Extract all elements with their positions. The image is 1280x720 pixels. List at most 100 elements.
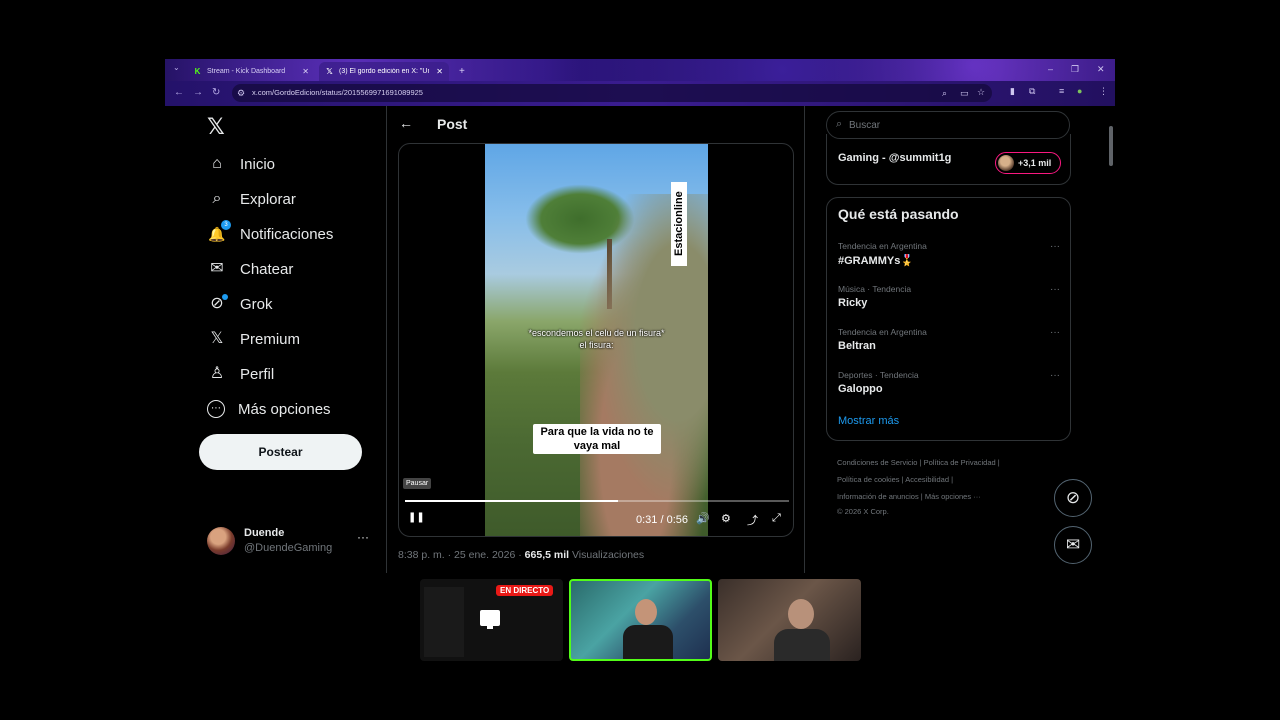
settings-gear-icon[interactable]: ⚙ bbox=[721, 512, 731, 525]
x-favicon-icon: 𝕏 bbox=[326, 67, 333, 76]
tab-x-post[interactable]: 𝕏 (3) El gordo edición en X: "Un pib ✕ bbox=[319, 62, 449, 81]
minimize-icon[interactable]: – bbox=[1048, 64, 1053, 74]
x-logo-icon[interactable]: 𝕏 bbox=[207, 114, 225, 140]
live-card[interactable]: Gaming - @summit1g +3,1 mil bbox=[826, 134, 1071, 185]
nav-item-perfil[interactable]: ♙ Perfil bbox=[207, 359, 274, 389]
grok-icon: ⊘ bbox=[207, 294, 228, 314]
search-input[interactable]: ⌕ Buscar bbox=[826, 111, 1070, 139]
video-progress-bar[interactable] bbox=[405, 500, 789, 502]
nav-item-mas-opciones[interactable]: ⋯ Más opciones bbox=[207, 394, 331, 424]
trend-item[interactable]: Tendencia en Argentina Beltran ··· bbox=[838, 327, 1060, 357]
close-tab-icon[interactable]: ✕ bbox=[436, 67, 443, 76]
view-count: 665,5 mil bbox=[524, 549, 570, 561]
close-tab-icon[interactable]: ✕ bbox=[302, 67, 309, 76]
views-label: Visualizaciones bbox=[569, 549, 645, 561]
monitor-icon bbox=[480, 610, 500, 629]
cast-icon[interactable]: ▭ bbox=[960, 88, 969, 99]
site-info-icon[interactable]: ⚙ bbox=[237, 88, 245, 99]
new-tab-button[interactable]: + bbox=[453, 62, 471, 81]
video-time: 0:31 / 0:56 bbox=[636, 514, 688, 526]
nav-item-grok[interactable]: ⊘ Grok bbox=[207, 289, 273, 319]
scrollbar[interactable] bbox=[1107, 106, 1115, 573]
nav-item-chatear[interactable]: ✉ Chatear bbox=[207, 254, 293, 284]
more-icon[interactable]: ··· bbox=[1050, 327, 1060, 338]
bookmark-star-icon[interactable]: ☆ bbox=[977, 87, 985, 98]
url-field[interactable]: ⚙ x.com/GordoEdicion/status/201556997169… bbox=[232, 84, 992, 102]
messages-fab-icon[interactable]: ✉ bbox=[1054, 526, 1092, 564]
back-arrow-icon[interactable]: ← bbox=[399, 115, 413, 131]
scrollbar-thumb[interactable] bbox=[1109, 126, 1113, 166]
copyright: © 2026 X Corp. bbox=[837, 507, 889, 516]
video-player[interactable]: Estacionline *escondemos el celu de un f… bbox=[398, 143, 794, 537]
more-icon[interactable]: ··· bbox=[1050, 370, 1060, 381]
person-shape bbox=[580, 194, 708, 536]
trend-name: #GRAMMYs🎖️ bbox=[838, 255, 915, 267]
thumbnail-camera-2[interactable] bbox=[718, 579, 861, 661]
trend-context: Tendencia en Argentina bbox=[838, 327, 927, 337]
kick-favicon-icon: K bbox=[194, 67, 201, 76]
post-timestamp: 8:38 p. m. · 25 ene. 2026 · bbox=[398, 549, 525, 561]
search-icon: ⌕ bbox=[212, 190, 222, 207]
back-nav-icon[interactable]: ← bbox=[174, 87, 184, 98]
nav-item-inicio[interactable]: ⌂ Inicio bbox=[207, 149, 275, 179]
nav-label: Chatear bbox=[240, 260, 294, 278]
trend-item[interactable]: Música · Tendencia Ricky ··· bbox=[838, 284, 1060, 314]
trend-item[interactable]: Deportes · Tendencia Galoppo ··· bbox=[838, 370, 1060, 400]
live-listeners-pill[interactable]: +3,1 mil bbox=[995, 152, 1061, 174]
account-more-icon[interactable]: ··· bbox=[357, 530, 369, 544]
tab-bar: ⌄ K Stream - Kick Dashboard ✕ 𝕏 (3) El g… bbox=[165, 59, 1115, 81]
tab-search-icon[interactable]: ⌄ bbox=[173, 63, 180, 72]
tab-label: Stream - Kick Dashboard bbox=[207, 68, 286, 75]
menu-icon[interactable]: ⋮ bbox=[1099, 86, 1108, 97]
footer-line[interactable]: Condiciones de Servicio | Política de Pr… bbox=[837, 454, 1067, 471]
stream-thumbnails: EN DIRECTO bbox=[420, 579, 861, 661]
forward-nav-icon[interactable]: → bbox=[193, 87, 203, 98]
live-badge: EN DIRECTO bbox=[496, 585, 554, 596]
thumbnail-screen[interactable]: EN DIRECTO bbox=[420, 579, 563, 661]
footer-line[interactable]: Política de cookies | Accesibilidad | bbox=[837, 471, 1067, 488]
footer-links[interactable]: Condiciones de Servicio | Política de Pr… bbox=[837, 454, 1067, 518]
account-handle: @DuendeGaming bbox=[244, 542, 333, 554]
close-window-icon[interactable]: ✕ bbox=[1097, 64, 1105, 75]
puzzle-icon[interactable]: ⧉ bbox=[1029, 86, 1035, 97]
footer-line[interactable]: Información de anuncios | Más opciones ·… bbox=[837, 488, 1067, 505]
volume-icon[interactable]: 🔊 bbox=[696, 512, 710, 525]
trend-context: Música · Tendencia bbox=[838, 284, 912, 294]
grok-fab-icon[interactable]: ⊘ bbox=[1054, 479, 1092, 517]
post-button[interactable]: Postear bbox=[199, 434, 362, 470]
notification-badge: 3 bbox=[221, 220, 231, 230]
fullscreen-icon[interactable]: ⤢ bbox=[772, 512, 781, 525]
profile-icon[interactable]: ● bbox=[1077, 86, 1082, 96]
video-frame[interactable]: Estacionline *escondemos el celu de un f… bbox=[485, 144, 708, 536]
search-placeholder: Buscar bbox=[849, 120, 881, 131]
listener-count: +3,1 mil bbox=[1018, 158, 1052, 168]
person-icon: ♙ bbox=[209, 365, 225, 382]
nav-label: Perfil bbox=[240, 365, 275, 383]
account-switcher[interactable]: Duende @DuendeGaming ··· bbox=[207, 526, 377, 558]
nav-label: Explorar bbox=[240, 190, 296, 208]
pause-icon[interactable]: ❚❚ bbox=[408, 512, 425, 523]
media-icon[interactable]: ≡ bbox=[1059, 86, 1064, 96]
thumbnail-camera-1[interactable] bbox=[569, 579, 712, 661]
more-icon[interactable]: ··· bbox=[1050, 284, 1060, 295]
restore-icon[interactable]: ❐ bbox=[1071, 64, 1079, 75]
nav-item-explorar[interactable]: ⌕ Explorar bbox=[207, 184, 296, 214]
tab-kick-dashboard[interactable]: K Stream - Kick Dashboard ✕ bbox=[187, 62, 315, 81]
reload-icon[interactable]: ↻ bbox=[212, 87, 220, 98]
extension-icon[interactable]: ▮ bbox=[1010, 86, 1015, 97]
face-shape bbox=[635, 599, 657, 625]
trend-item[interactable]: Tendencia en Argentina #GRAMMYs🎖️ ··· bbox=[838, 241, 1060, 271]
nav-item-notificaciones[interactable]: 🔔 3 Notificaciones bbox=[207, 219, 333, 249]
browser-window: ⌄ K Stream - Kick Dashboard ✕ 𝕏 (3) El g… bbox=[165, 59, 1115, 573]
nav-label: Notificaciones bbox=[240, 225, 334, 243]
url-text[interactable]: x.com/GordoEdicion/status/20155699716910… bbox=[252, 88, 423, 97]
show-more-link[interactable]: Mostrar más bbox=[838, 415, 899, 427]
rotate-icon[interactable]: ⤴ bbox=[747, 512, 758, 528]
address-bar: ← → ↻ ⚙ x.com/GordoEdicion/status/201556… bbox=[165, 81, 1115, 106]
more-icon[interactable]: ··· bbox=[1050, 241, 1060, 252]
zoom-icon[interactable]: ⌕ bbox=[942, 88, 947, 99]
bell-icon: 🔔 3 bbox=[207, 220, 231, 244]
nav-item-premium[interactable]: 𝕏 Premium bbox=[207, 324, 300, 354]
face-shape bbox=[788, 599, 814, 629]
video-watermark: Estacionline bbox=[671, 182, 687, 266]
